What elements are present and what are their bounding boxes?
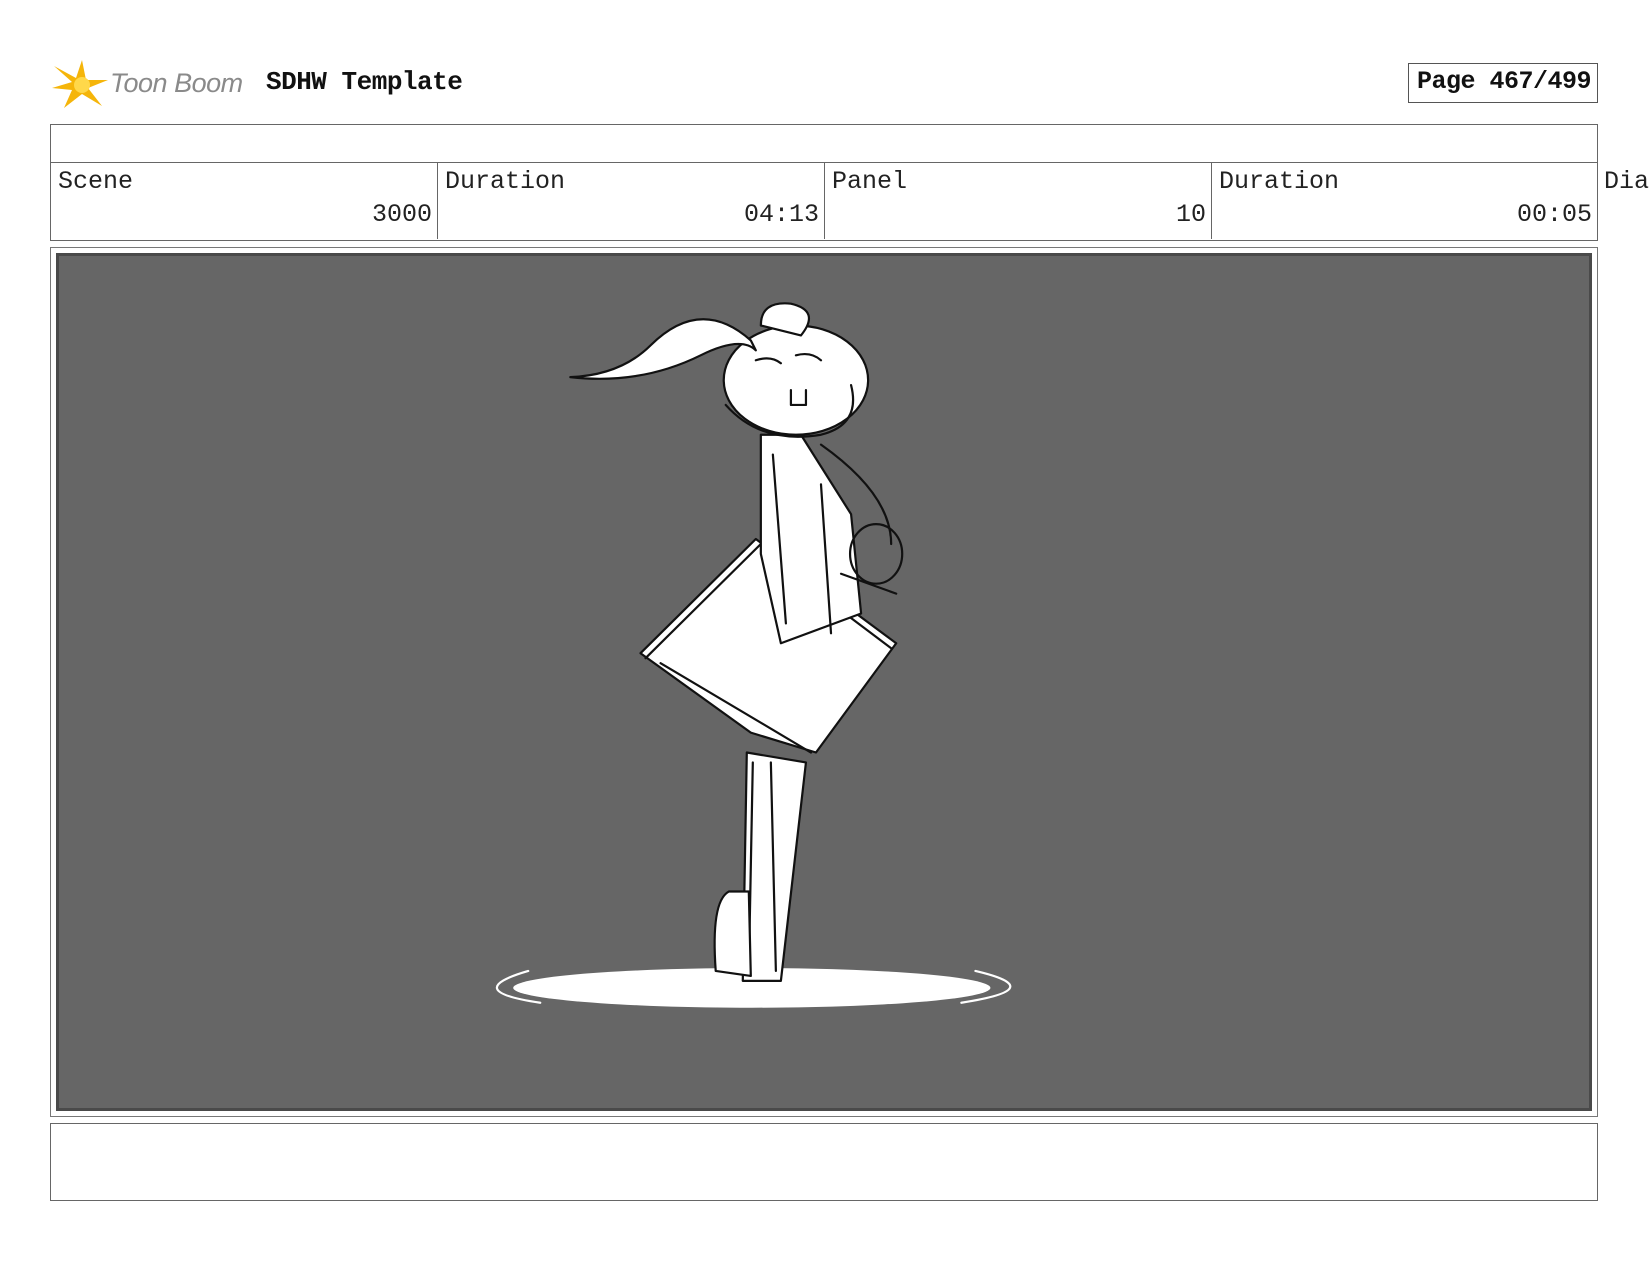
scene-label: Scene (58, 167, 134, 196)
storyboard-panel (50, 247, 1598, 1117)
page-indicator: Page 467/499 (1408, 63, 1598, 103)
panel-duration-value: 00:05 (1516, 200, 1592, 229)
panel-cell: Panel 10 (825, 162, 1212, 239)
panel-duration-label: Duration (1219, 167, 1340, 196)
scene-duration-cell: Duration 04:13 (438, 162, 825, 239)
scene-duration-label: Duration (445, 167, 566, 196)
panel-info-row: Scene 3000 Duration 04:13 Panel 10 Durat… (50, 162, 1598, 241)
dialogue-label-truncated: Dia (1604, 167, 1650, 196)
action-notes-box (50, 1123, 1598, 1201)
sequence-strip (50, 124, 1598, 163)
scene-cell: Scene 3000 (51, 162, 438, 239)
document-title: SDHW Template (266, 67, 463, 97)
scene-duration-value: 04:13 (743, 200, 819, 229)
logo-text: Toon Boom (110, 68, 243, 98)
page-header: Toon Boom SDHW Template Page 467/499 (50, 58, 1600, 110)
rabbit-character-sketch (495, 302, 1012, 1008)
sunburst-star-icon (52, 60, 108, 108)
panel-duration-cell: Duration 00:05 (1212, 162, 1597, 239)
scene-value: 3000 (371, 200, 432, 229)
panel-label: Panel (832, 167, 908, 196)
panel-value: 10 (1175, 200, 1206, 229)
toon-boom-logo: Toon Boom (52, 58, 252, 110)
panel-artwork (56, 253, 1592, 1111)
